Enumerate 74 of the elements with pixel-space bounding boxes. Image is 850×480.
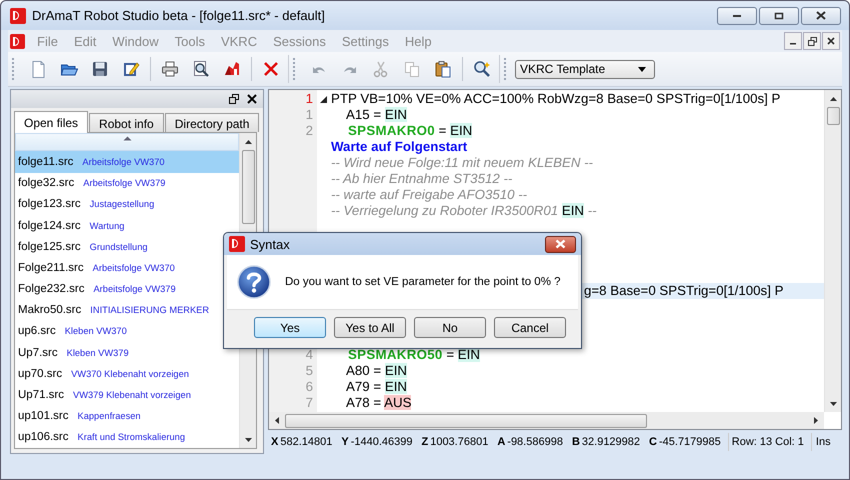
file-name: folge123.src bbox=[18, 198, 81, 210]
code-text: g=8 Base=0 SPSTrig=0[1/100s] P bbox=[584, 283, 784, 298]
dialog-title: Syntax bbox=[250, 236, 291, 252]
line-number: 7 bbox=[306, 395, 313, 410]
line-number: 2 bbox=[306, 123, 313, 138]
value-on: EIN bbox=[384, 363, 407, 378]
file-description: Grundstellung bbox=[90, 242, 148, 252]
file-description: Arbeitsfolge VW379 bbox=[93, 284, 176, 294]
file-description: Kleben VW370 bbox=[64, 326, 127, 336]
code-text: A79 = bbox=[346, 379, 382, 394]
file-name: Folge211.src bbox=[18, 262, 84, 274]
coordinate-value: 582.14801 bbox=[280, 436, 332, 448]
file-name: up101.src bbox=[18, 410, 69, 422]
window-title: DrAmaT Robot Studio beta - [folge11.src* - default] bbox=[32, 8, 326, 23]
line-number: 6 bbox=[306, 379, 313, 394]
value-off: AUS bbox=[384, 395, 412, 410]
cursor-position: Row: 13 Col: 1 bbox=[728, 433, 812, 451]
code-text: = bbox=[438, 123, 448, 138]
code-comment: -- bbox=[586, 203, 597, 218]
file-name: Makro50.src bbox=[18, 304, 82, 316]
axis-label: Z bbox=[421, 436, 428, 448]
line-number: 4 bbox=[306, 347, 313, 362]
axis-label: B bbox=[572, 436, 580, 448]
code-text: = bbox=[445, 347, 456, 362]
axis-label: C bbox=[649, 436, 657, 448]
axis-label: X bbox=[271, 436, 278, 448]
axis-label: Y bbox=[341, 436, 349, 448]
file-name: folge11.src bbox=[18, 156, 74, 168]
file-description: VW379 Klebenaht vorzeigen bbox=[73, 390, 191, 400]
file-description: Arbeitsfolge VW370 bbox=[82, 156, 165, 167]
value-on: EIN bbox=[384, 379, 407, 394]
coordinate-value: 1003.76801 bbox=[430, 436, 488, 448]
code-comment: -- Wird neue Folge:11 mit neuem KLEBEN -- bbox=[331, 155, 593, 170]
coordinate-value: -98.586998 bbox=[507, 436, 563, 448]
file-name: up70.src bbox=[18, 368, 62, 380]
value-on: EIN bbox=[562, 203, 584, 218]
code-text: A15 = bbox=[346, 107, 382, 122]
line-number: 1 bbox=[306, 91, 313, 106]
macro-name: SPSMAKRO50 bbox=[348, 347, 443, 362]
file-name: Up71.src bbox=[18, 389, 64, 402]
code-comment: -- warte auf Freigabe AFO3510 -- bbox=[331, 187, 528, 202]
coordinate-value: -1440.46399 bbox=[350, 436, 412, 448]
code-comment: -- Ab hier Entnahme ST3512 -- bbox=[331, 171, 512, 186]
axis-label: A bbox=[497, 436, 506, 448]
file-name: up6.src bbox=[18, 325, 56, 338]
file-name: up106.src bbox=[18, 431, 69, 444]
coordinate-value: -45.7179985 bbox=[658, 436, 721, 448]
value-on: EIN bbox=[450, 123, 472, 138]
section-heading: Warte auf Folgenstart bbox=[331, 139, 468, 154]
file-description: Kraft und Stromskalierung bbox=[78, 432, 185, 442]
code-comment: -- Verriegelung zu Roboter IR3500R01 bbox=[331, 203, 560, 218]
dialog-message: Do you want to set VE parameter for the point to 0% ? bbox=[285, 276, 561, 288]
line-number: 5 bbox=[306, 363, 313, 378]
code-text: PTP VB=10% VE=0% ACC=100% RobWzg=8 Base=0 SPSTrig=0[1/100s] P bbox=[331, 91, 780, 106]
file-name: Up7.src bbox=[18, 346, 58, 359]
insert-mode: Ins bbox=[814, 435, 832, 450]
line-number: 1 bbox=[306, 107, 313, 122]
file-description: Kappenfraesen bbox=[78, 411, 141, 422]
file-description: Arbeitsfolge VW379 bbox=[83, 178, 166, 188]
file-name: Folge232.src bbox=[18, 283, 84, 296]
value-on: EIN bbox=[384, 107, 407, 122]
code-text: A78 = bbox=[346, 395, 382, 410]
file-name: folge32.src bbox=[18, 177, 74, 190]
file-name: folge124.src bbox=[18, 220, 81, 232]
file-description: VW370 Klebenaht vorzeigen bbox=[71, 368, 189, 379]
file-description: Justagestellung bbox=[90, 199, 154, 210]
macro-name: SPSMAKRO0 bbox=[348, 123, 435, 138]
file-description: INITIALISIERUNG MERKER bbox=[90, 305, 210, 316]
code-text: A80 = bbox=[346, 363, 382, 378]
coordinate-value: 32.9129982 bbox=[582, 436, 640, 448]
file-description: Arbeitsfolge VW370 bbox=[92, 262, 175, 273]
file-description: Kleben VW379 bbox=[66, 348, 129, 358]
file-description: Wartung bbox=[90, 220, 124, 231]
file-name: folge125.src bbox=[18, 240, 81, 253]
